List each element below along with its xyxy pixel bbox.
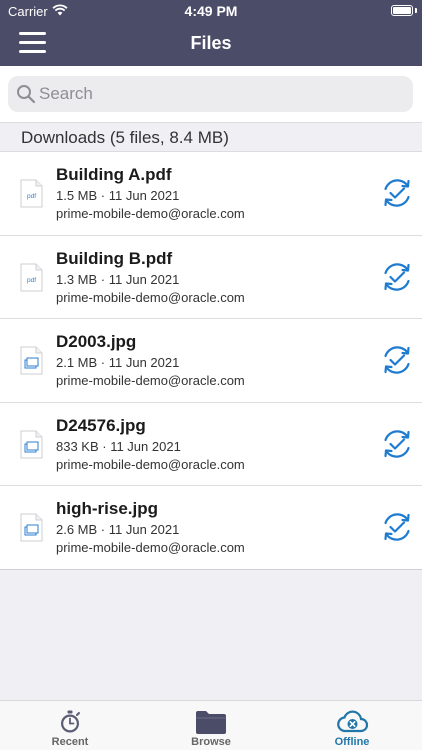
sync-check-icon[interactable] [380, 427, 414, 461]
section-title: Downloads (5 files, 8.4 MB) [21, 128, 229, 147]
file-name: D24576.jpg [56, 415, 146, 435]
file-name: Building A.pdf [56, 165, 172, 184]
file-owner: prime-mobile-demo@oracle.com [56, 206, 245, 221]
image-file-icon [20, 513, 43, 542]
file-meta: 833 KB · 11 Jun 2021 [56, 438, 181, 454]
file-list: pdf Building A.pdf 1.5 MB · 11 Jun 2021 … [0, 152, 422, 570]
sync-check-icon[interactable] [380, 343, 414, 377]
file-row[interactable]: high-rise.jpg 2.6 MB · 11 Jun 2021 prime… [0, 486, 422, 570]
file-owner: prime-mobile-demo@oracle.com [56, 456, 245, 472]
tab-browse[interactable]: Browse [141, 701, 281, 750]
image-file-icon [20, 346, 43, 375]
navigation-bar: Files [0, 22, 422, 66]
pdf-file-icon: pdf [20, 179, 43, 208]
section-header: Downloads (5 files, 8.4 MB) [0, 122, 422, 152]
sync-check-icon[interactable] [380, 176, 414, 210]
file-name: D2003.jpg [56, 332, 137, 351]
battery-tip [415, 8, 417, 13]
battery-icon [391, 5, 413, 16]
file-meta: 2.1 MB · 11 Jun 2021 [56, 355, 180, 370]
pdf-file-icon: pdf [20, 263, 43, 291]
search-box[interactable] [8, 76, 413, 112]
tab-label: Recent [51, 736, 89, 748]
file-meta: 1.3 MB · 11 Jun 2021 [56, 271, 180, 287]
search-icon [17, 85, 36, 104]
tab-recent[interactable]: Recent [0, 701, 140, 750]
file-row[interactable]: pdf Building A.pdf 1.5 MB · 11 Jun 2021 … [0, 152, 422, 236]
tab-bar: Recent Browse Offline [0, 700, 422, 750]
tab-label: Offline [334, 736, 370, 748]
search-area [0, 66, 422, 122]
status-bar: Carrier 4:49 PM [0, 0, 422, 22]
clock: 4:49 PM [184, 3, 238, 19]
sync-check-icon[interactable] [380, 510, 414, 544]
file-row[interactable]: pdf Building B.pdf 1.3 MB · 11 Jun 2021 … [0, 235, 422, 319]
folder-icon [196, 711, 226, 734]
file-name: high-rise.jpg [56, 499, 158, 518]
sync-check-icon[interactable] [380, 260, 414, 294]
tab-label: Browse [191, 736, 231, 748]
file-type-label: pdf [27, 193, 36, 200]
search-input[interactable] [39, 76, 399, 112]
file-row[interactable]: D24576.jpg 833 KB · 11 Jun 2021 prime-mo… [0, 402, 422, 486]
file-meta: 2.6 MB · 11 Jun 2021 [56, 522, 180, 537]
tab-offline[interactable]: Offline [282, 701, 422, 750]
file-owner: prime-mobile-demo@oracle.com [56, 289, 245, 305]
empty-list-area [0, 570, 422, 700]
file-meta: 1.5 MB · 11 Jun 2021 [56, 188, 180, 203]
file-owner: prime-mobile-demo@oracle.com [56, 373, 245, 388]
cloud-offline-icon [337, 710, 369, 733]
file-name: Building B.pdf [56, 248, 173, 268]
page-title: Files [190, 33, 232, 53]
stopwatch-icon [61, 710, 80, 733]
file-row[interactable]: D2003.jpg 2.1 MB · 11 Jun 2021 prime-mob… [0, 319, 422, 403]
file-type-label: pdf [27, 277, 36, 284]
image-file-icon [20, 430, 43, 458]
file-owner: prime-mobile-demo@oracle.com [56, 540, 245, 555]
